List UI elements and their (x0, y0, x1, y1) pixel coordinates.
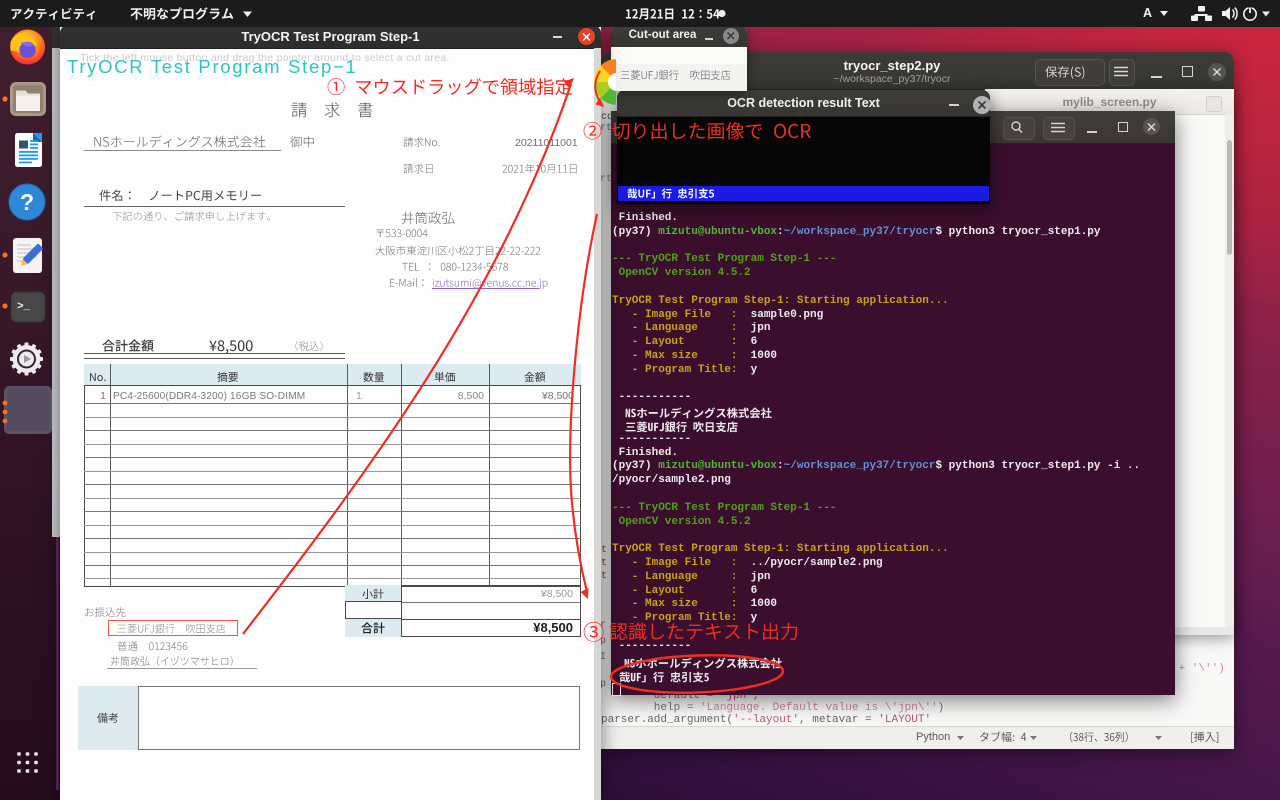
svg-text:?: ? (20, 189, 34, 215)
svg-text:>_: >_ (17, 301, 31, 313)
